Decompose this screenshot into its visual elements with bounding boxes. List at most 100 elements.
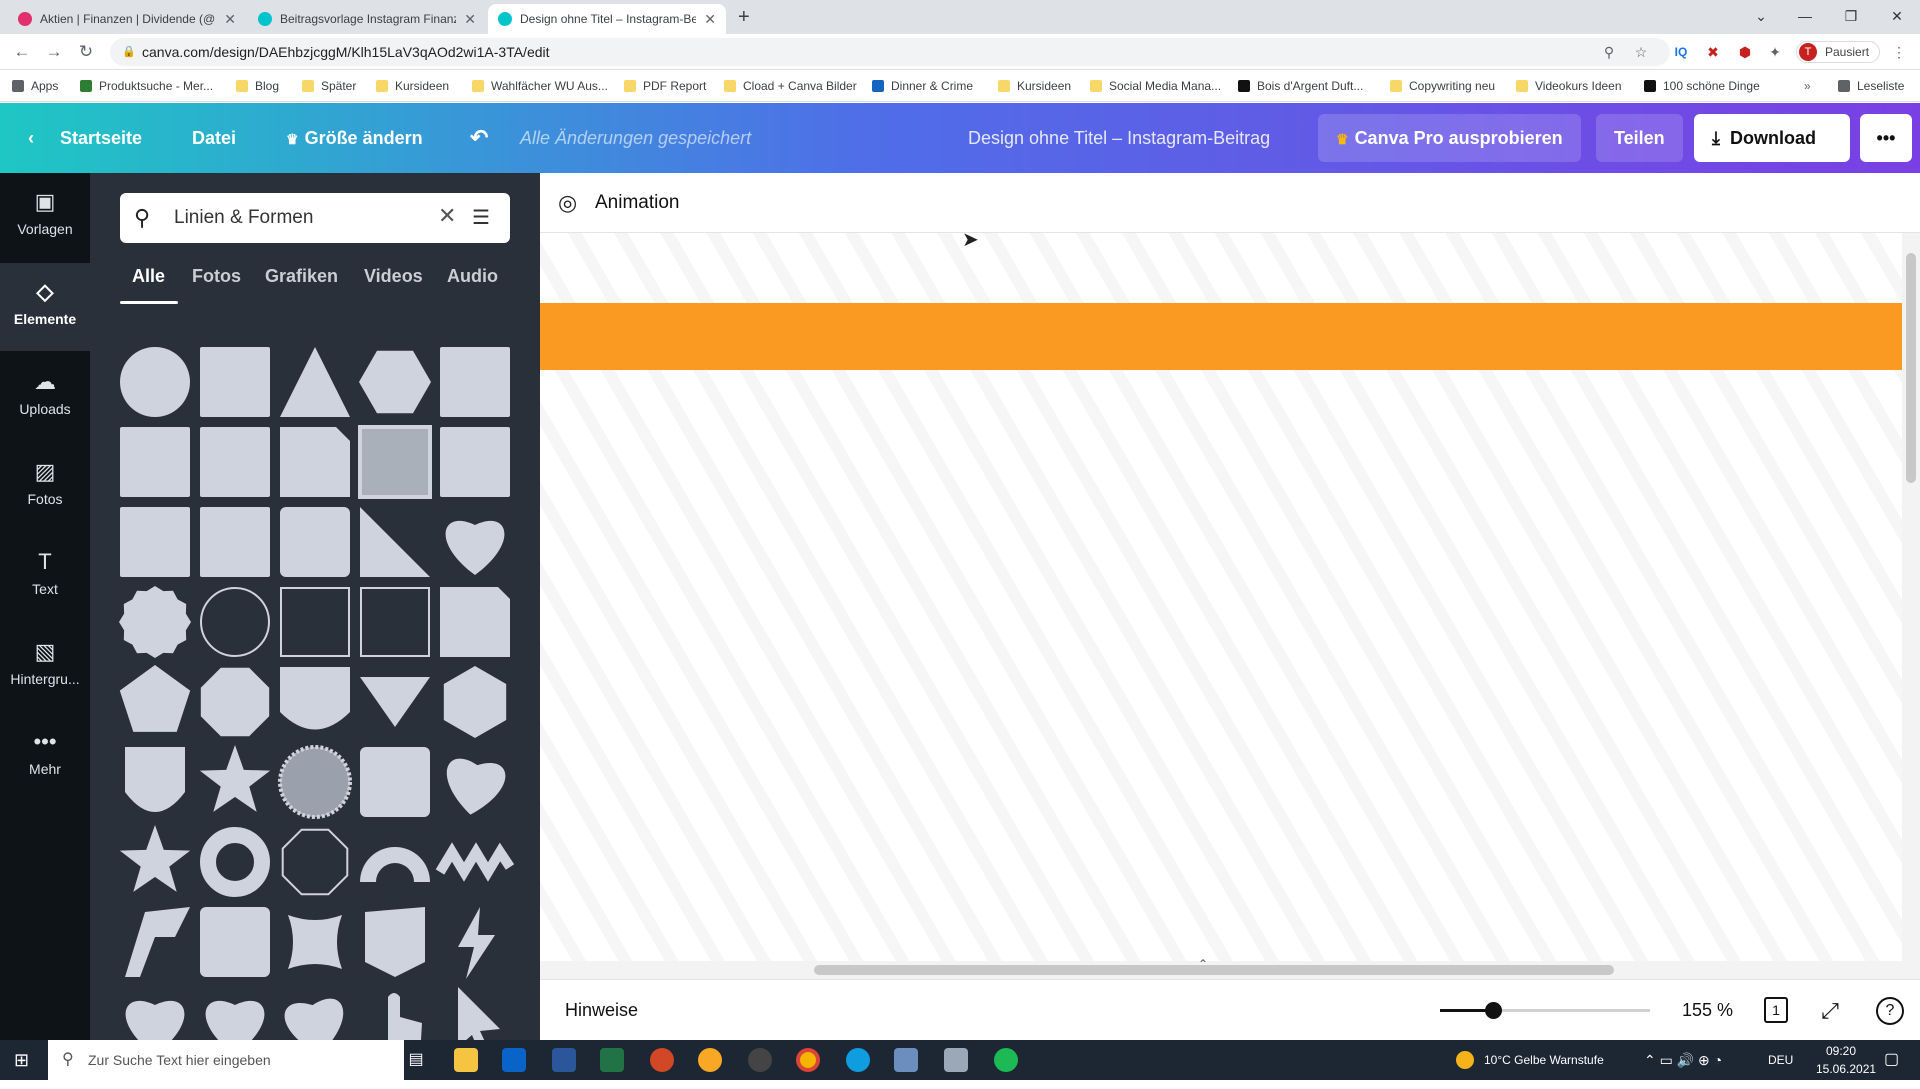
powerpoint-icon[interactable] (650, 1048, 674, 1072)
expand-pages-icon[interactable]: ⌃ (1198, 957, 1208, 971)
shape-heart-tilt[interactable] (283, 997, 349, 1040)
shape-rounded-square[interactable] (200, 907, 270, 977)
shape-arc[interactable] (360, 847, 430, 882)
shape-circle[interactable] (120, 347, 190, 417)
back-icon[interactable]: ← (10, 40, 34, 64)
zoom-slider[interactable] (1440, 1002, 1650, 1019)
file-explorer-icon[interactable] (454, 1048, 478, 1072)
shape-circle-outline[interactable] (200, 587, 270, 657)
taskbar-search-input[interactable]: ⚲ Zur Suche Text hier eingeben (48, 1040, 404, 1080)
rail-item-uploads[interactable]: ☁ Uploads (0, 353, 90, 441)
clock-date[interactable]: 15.06.2021 (1816, 1049, 1876, 1089)
zoom-level[interactable]: 155 % (1682, 980, 1733, 1041)
more-options-button[interactable]: ••• (1860, 114, 1912, 162)
tab-search-icon[interactable]: ⌄ (1738, 0, 1784, 32)
rail-item-elements[interactable]: ◇ Elemente (0, 263, 90, 351)
document-title[interactable]: Design ohne Titel – Instagram-Beitrag (968, 103, 1270, 173)
file-menu[interactable]: Datei (192, 103, 236, 173)
chrome-icon[interactable] (796, 1048, 820, 1072)
bookmark[interactable]: Dinner & Crime (872, 70, 973, 102)
rail-item-background[interactable]: ▧ Hintergru... (0, 623, 90, 711)
browser-tab[interactable]: Beitragsvorlage Instagram Finanz ✕ (248, 4, 486, 34)
word-icon[interactable] (552, 1048, 576, 1072)
shape-square[interactable] (200, 427, 270, 497)
resize-button[interactable]: ♛ Größe ändern (286, 103, 423, 173)
close-tab-icon[interactable]: ✕ (464, 11, 476, 28)
bookmark[interactable]: Kursideen (376, 70, 449, 102)
bookmark[interactable]: Später (302, 70, 356, 102)
shape-rounded-square[interactable] (280, 507, 350, 577)
shape-pentagon[interactable] (119, 665, 191, 732)
iq-extension-icon[interactable]: IQ (1672, 43, 1690, 61)
shape-zigzag[interactable] (435, 842, 515, 882)
home-link[interactable]: Startseite (60, 103, 142, 173)
browser-tab-active[interactable]: Design ohne Titel – Instagram-Be ✕ (488, 4, 726, 34)
shape-star[interactable] (119, 825, 191, 892)
download-button[interactable]: ⤓ Download (1694, 114, 1850, 162)
shape-shield-pennant[interactable] (365, 907, 425, 977)
browser-menu-icon[interactable]: ⋮ (1890, 43, 1908, 61)
shape-folded-square[interactable] (280, 427, 350, 497)
shape-bolt-zigzag[interactable] (125, 907, 190, 977)
close-tab-icon[interactable]: ✕ (224, 11, 236, 28)
profile-button[interactable]: T Pausiert (1796, 41, 1880, 63)
bookmark[interactable]: Copywriting neu (1390, 70, 1495, 102)
extensions-puzzle-icon[interactable]: ✦ (1766, 43, 1784, 61)
horizontal-scroll-thumb[interactable] (814, 965, 1614, 975)
shape-cut-corner-square[interactable] (440, 587, 510, 657)
bookmark-apps[interactable]: Apps (12, 70, 58, 102)
shape-wavy-square[interactable] (288, 915, 342, 969)
weather-text[interactable]: 10°C Gelbe Warnstufe (1484, 1040, 1604, 1080)
shape-ring[interactable] (200, 827, 270, 897)
bookmark[interactable]: Bois d'Argent Duft... (1238, 70, 1363, 102)
rail-item-templates[interactable]: ▣ Vorlagen (0, 173, 90, 261)
task-view-icon[interactable]: ▤ (404, 1048, 428, 1072)
edge-icon[interactable] (846, 1048, 870, 1072)
shape-octagon-outline[interactable] (281, 828, 349, 896)
shape-heart[interactable] (205, 1000, 265, 1040)
close-tab-icon[interactable]: ✕ (704, 11, 716, 28)
shape-square[interactable] (200, 347, 270, 417)
bookmark[interactable]: Kursideen (998, 70, 1071, 102)
fullscreen-icon[interactable]: ⤢ (1816, 997, 1844, 1025)
shape-square[interactable] (440, 427, 510, 497)
back-chevron-icon[interactable]: ‹ (28, 103, 34, 173)
bookmark-star-icon[interactable]: ☆ (1632, 43, 1650, 61)
shape-square-outline[interactable] (280, 587, 350, 657)
bookmark[interactable]: PDF Report (624, 70, 706, 102)
vertical-scroll-thumb[interactable] (1906, 253, 1916, 483)
vertical-scrollbar[interactable] (1902, 233, 1920, 961)
bookmark[interactable]: Blog (236, 70, 279, 102)
shape-square[interactable] (200, 507, 270, 577)
horizontal-scrollbar[interactable]: ⌃ (540, 957, 1920, 979)
excel-icon[interactable] (600, 1048, 624, 1072)
new-tab-button[interactable]: + (738, 6, 750, 29)
shape-square[interactable] (120, 427, 190, 497)
shape-heart[interactable] (125, 1000, 185, 1040)
shape-rounded-square[interactable] (360, 747, 430, 817)
shape-gray-square[interactable] (358, 425, 432, 499)
input-language[interactable]: DEU (1768, 1040, 1793, 1080)
rail-item-text[interactable]: T Text (0, 533, 90, 621)
shape-hand-pointer[interactable] (388, 993, 422, 1040)
shape-lightning[interactable] (458, 907, 495, 979)
shape-shield-badge[interactable] (125, 747, 185, 812)
tray-icons[interactable]: ⌃ ▭ 🔊 ⊕ ◔ (1644, 1040, 1722, 1080)
app-icon[interactable] (894, 1048, 918, 1072)
forward-icon[interactable]: → (42, 40, 66, 64)
animation-button[interactable]: Animation (595, 173, 680, 233)
reading-list[interactable]: Leseliste (1838, 70, 1904, 102)
shape-right-triangle[interactable] (360, 507, 430, 577)
shape-down-triangle[interactable] (360, 677, 430, 727)
extension-icon[interactable]: ✖ (1704, 43, 1722, 61)
shape-triangle[interactable] (280, 347, 350, 417)
restore-icon[interactable]: ❐ (1828, 0, 1874, 32)
undo-icon[interactable]: ↶ (470, 103, 488, 173)
mail-icon[interactable] (502, 1048, 526, 1072)
shape-heart[interactable] (445, 520, 505, 575)
bookmark[interactable]: Social Media Mana... (1090, 70, 1221, 102)
windows-start-icon[interactable]: ⊞ (14, 1050, 34, 1070)
shape-hexagon[interactable] (359, 350, 431, 414)
notes-button[interactable]: Hinweise (565, 980, 638, 1041)
minimize-icon[interactable]: — (1782, 0, 1828, 32)
